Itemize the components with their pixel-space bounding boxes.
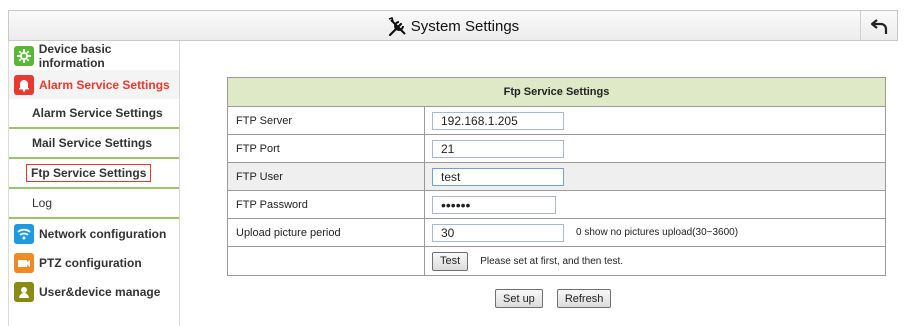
camera-icon — [14, 252, 34, 273]
sidebar-item-label: Device basic information — [38, 41, 112, 70]
sidebar: Device basic information Alarm Service S… — [8, 41, 180, 326]
ftp-password-label: FTP Password — [228, 191, 425, 218]
tools-icon — [387, 16, 409, 38]
sidebar-subitem-log[interactable]: Log — [9, 189, 179, 219]
sidebar-subitem-alarm-settings[interactable]: Alarm Service Settings — [9, 99, 179, 129]
user-icon — [14, 281, 34, 302]
table-row: Upload picture period 30 0 show no pictu… — [228, 219, 885, 247]
panel-title: Ftp Service Settings — [228, 78, 885, 107]
table-row: Test Please set at first, and then test. — [228, 247, 885, 275]
title-bar: System Settings — [8, 10, 898, 41]
ftp-port-input[interactable]: 21 — [432, 139, 564, 158]
wifi-icon — [14, 223, 34, 244]
sidebar-subitem-mail-settings[interactable]: Mail Service Settings — [9, 129, 179, 159]
sidebar-item-ptz[interactable]: PTZ configuration — [9, 248, 179, 277]
sidebar-item-alarm[interactable]: Alarm Service Settings — [9, 70, 179, 99]
table-row: FTP Port 21 — [228, 135, 885, 163]
ftp-user-input[interactable]: test — [432, 167, 564, 186]
ftp-user-label: FTP User — [228, 163, 425, 190]
action-bar: Set up Refresh — [495, 289, 612, 308]
sidebar-item-label: Log — [32, 196, 53, 210]
table-row: FTP Password •••••• — [228, 191, 885, 219]
table-row: FTP User test — [228, 163, 885, 191]
back-arrow-icon — [870, 18, 888, 34]
sidebar-item-label: Network configuration — [39, 226, 167, 241]
sidebar-item-label: PTZ configuration — [39, 255, 142, 270]
sidebar-item-user-device[interactable]: User&device manage — [9, 277, 179, 306]
sidebar-item-device-info[interactable]: Device basic information — [9, 41, 179, 70]
ftp-server-input[interactable]: 192.168.1.205 — [432, 111, 564, 130]
table-row: FTP Server 192.168.1.205 — [228, 107, 885, 135]
sidebar-item-network[interactable]: Network configuration — [9, 219, 179, 248]
upload-period-label: Upload picture period — [228, 219, 425, 246]
sidebar-item-label: Mail Service Settings — [32, 136, 153, 150]
setup-button[interactable]: Set up — [495, 289, 543, 308]
gear-icon — [14, 45, 34, 66]
ftp-settings-panel: Ftp Service Settings FTP Server 192.168.… — [227, 77, 886, 276]
sidebar-item-label: User&device manage — [39, 284, 161, 299]
sidebar-subitem-ftp-settings[interactable]: Ftp Service Settings — [9, 159, 179, 189]
back-button[interactable] — [860, 11, 897, 40]
sidebar-item-label: Ftp Service Settings — [26, 164, 152, 182]
page-title: System Settings — [9, 11, 897, 42]
ftp-password-input[interactable]: •••••• — [432, 195, 556, 214]
test-button[interactable]: Test — [432, 251, 469, 271]
sidebar-item-label: Alarm Service Settings — [32, 106, 163, 120]
empty-label — [228, 247, 425, 275]
ftp-port-label: FTP Port — [228, 135, 425, 162]
sidebar-item-label: Alarm Service Settings — [39, 77, 170, 92]
upload-period-input[interactable]: 30 — [432, 223, 564, 242]
refresh-button[interactable]: Refresh — [556, 289, 612, 308]
ftp-server-label: FTP Server — [228, 107, 425, 134]
upload-period-hint: 0 show no pictures upload(30~3600) — [576, 227, 739, 238]
test-hint: Please set at first, and then test. — [480, 255, 624, 267]
page-title-text: System Settings — [410, 18, 520, 35]
bell-icon — [14, 74, 34, 95]
